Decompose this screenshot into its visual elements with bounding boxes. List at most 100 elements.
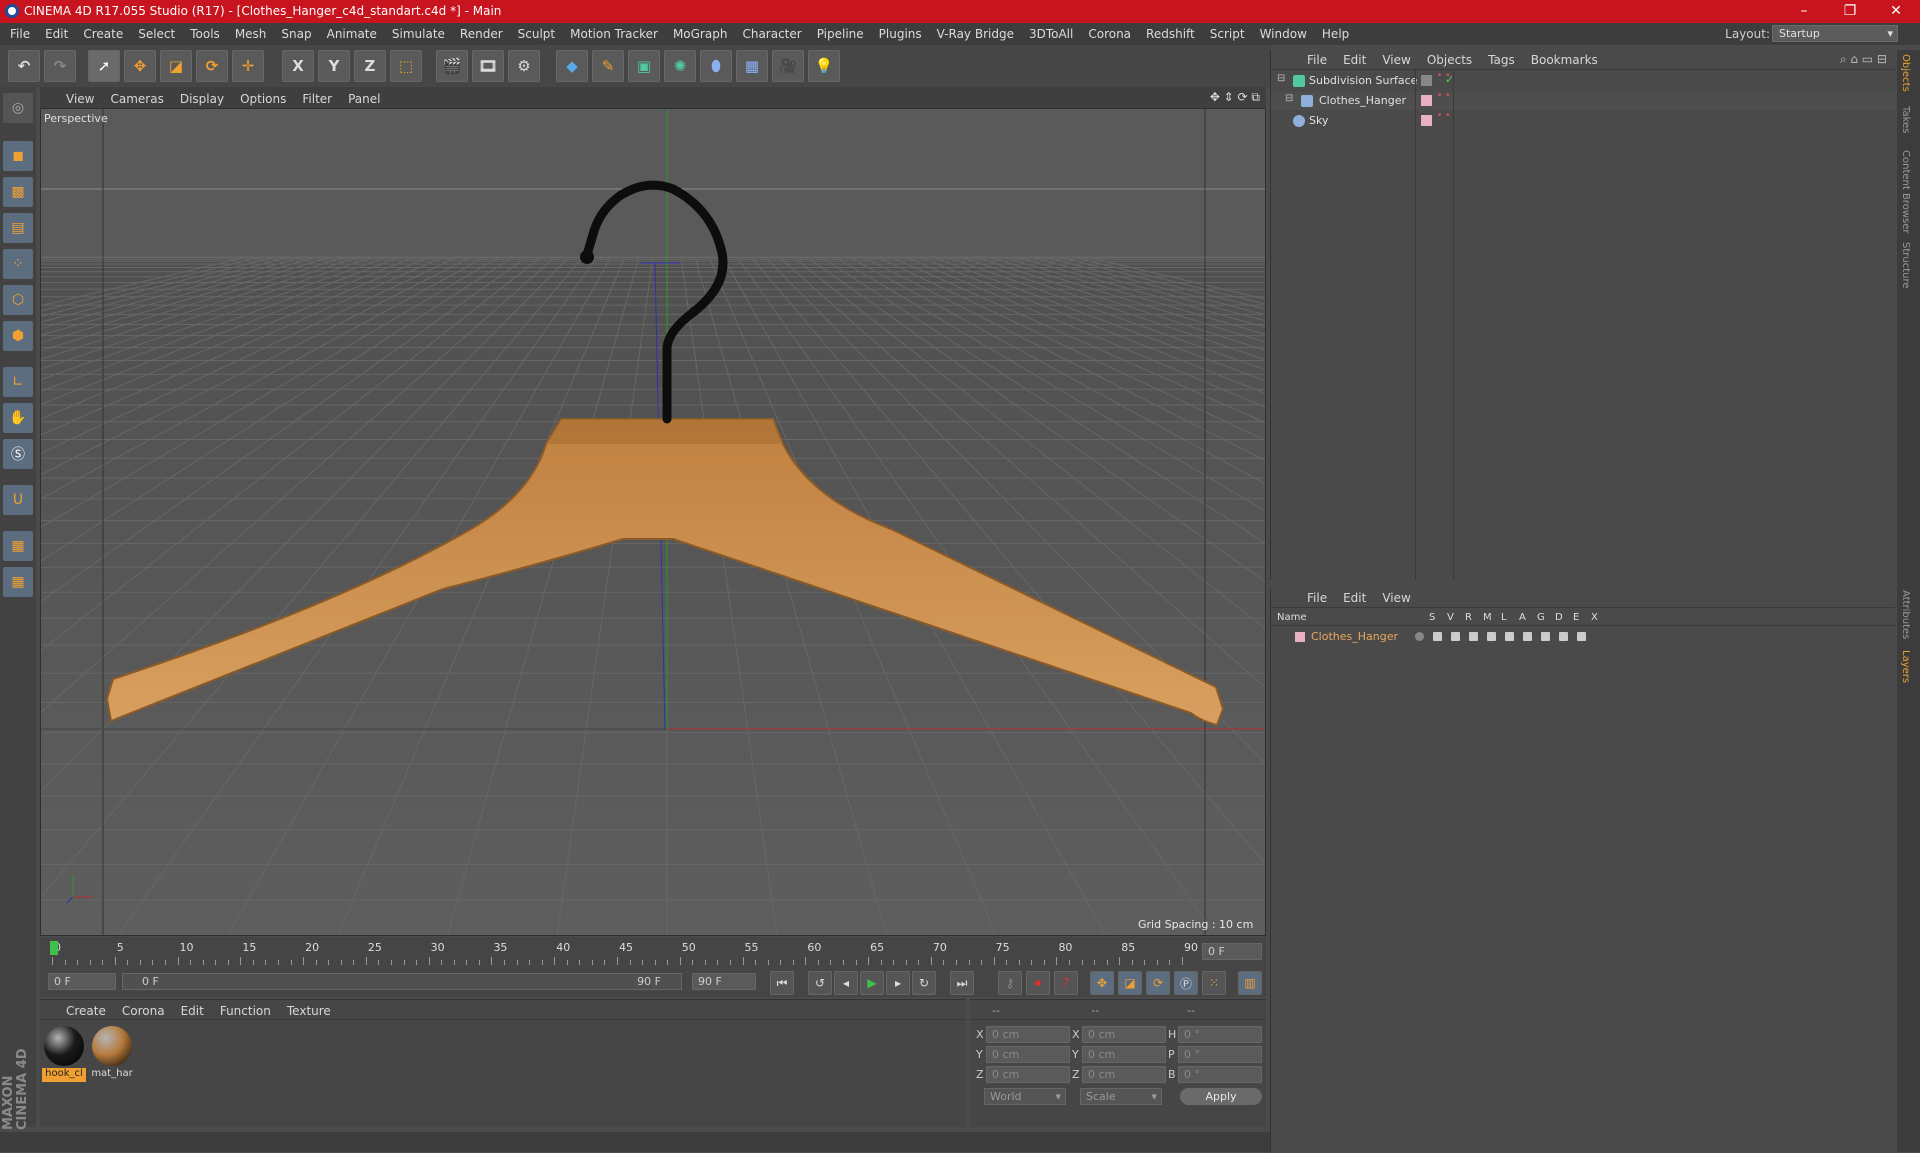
motion-path-button[interactable]: ⚷ xyxy=(998,971,1022,995)
next-frame-button[interactable]: ▸ xyxy=(886,971,910,995)
layer-flag-icon[interactable] xyxy=(1559,632,1568,641)
material-menu-create[interactable]: Create xyxy=(66,1004,106,1018)
viewport-menu-cameras[interactable]: Cameras xyxy=(110,92,163,106)
viewport-menu-display[interactable]: Display xyxy=(180,92,224,106)
cloner-button[interactable]: ✺ xyxy=(664,50,696,82)
coord-value-field[interactable]: 0 cm xyxy=(986,1066,1070,1083)
object-menu-objects[interactable]: Objects xyxy=(1427,53,1472,67)
menu-edit[interactable]: Edit xyxy=(37,23,75,41)
search-home-icons[interactable]: ⌕ ⌂ ▭ ⊟ xyxy=(1840,52,1887,67)
magnet-button[interactable]: U xyxy=(3,485,33,515)
timeline-window-button[interactable]: ▥ xyxy=(1238,971,1262,995)
menu-corona[interactable]: Corona xyxy=(1080,23,1138,41)
autokey-button[interactable]: ? xyxy=(1054,971,1078,995)
layer-column-header[interactable]: R xyxy=(1465,612,1472,623)
layer-flag-icon[interactable] xyxy=(1523,632,1532,641)
key-scale-button[interactable]: ◪ xyxy=(1118,971,1142,995)
expand-toggle-icon[interactable]: ⊟ xyxy=(1277,73,1285,84)
menu-script[interactable]: Script xyxy=(1202,23,1252,41)
coordinate-system-select[interactable]: World ▾ xyxy=(984,1088,1066,1105)
object-menu-edit[interactable]: Edit xyxy=(1343,53,1366,67)
end-frame-field[interactable]: 90 F xyxy=(692,973,756,990)
axis-mode-button[interactable]: ∟ xyxy=(3,367,33,397)
layer-flag-icon[interactable] xyxy=(1469,632,1478,641)
3d-viewport[interactable] xyxy=(40,108,1266,936)
object-menu-bookmarks[interactable]: Bookmarks xyxy=(1531,53,1598,67)
go-to-start-button[interactable]: ⏮ xyxy=(770,971,794,995)
layer-flag-icon[interactable] xyxy=(1415,632,1424,641)
material-menu-function[interactable]: Function xyxy=(220,1004,271,1018)
viewport-menu-filter[interactable]: Filter xyxy=(302,92,332,106)
menu-file[interactable]: File xyxy=(2,23,37,41)
minimize-button[interactable]: – xyxy=(1781,0,1827,23)
viewport-menu-panel[interactable]: Panel xyxy=(348,92,380,106)
key-pla-button[interactable]: ⁙ xyxy=(1202,971,1226,995)
side-tab-layers[interactable]: Layers xyxy=(1900,650,1911,683)
layer-row[interactable]: Clothes_Hanger xyxy=(1271,628,1896,646)
model-mode-button[interactable]: ◼ xyxy=(3,141,33,171)
deformer-button[interactable]: ⬮ xyxy=(700,50,732,82)
layer-column-header[interactable]: G xyxy=(1537,612,1545,623)
menu-redshift[interactable]: Redshift xyxy=(1138,23,1202,41)
key-parameter-button[interactable]: Ⓟ xyxy=(1174,971,1198,995)
layer-flag-icon[interactable] xyxy=(1541,632,1550,641)
make-editable-button[interactable]: ◎ xyxy=(3,93,33,123)
object-row[interactable]: ⊟ Subdivision Surface • • ✓ xyxy=(1271,72,1896,90)
side-tab-objects[interactable]: Objects xyxy=(1900,54,1911,92)
menu-3dtoall[interactable]: 3DToAll xyxy=(1021,23,1080,41)
layout-select[interactable]: Startup ▾ xyxy=(1772,25,1898,42)
layer-column-header[interactable]: A xyxy=(1519,612,1526,623)
x-axis-lock-button[interactable]: X xyxy=(282,50,314,82)
apply-button[interactable]: Apply xyxy=(1180,1088,1262,1105)
material-menu-texture[interactable]: Texture xyxy=(287,1004,331,1018)
layer-column-header[interactable]: X xyxy=(1591,612,1598,623)
layer-column-header[interactable]: E xyxy=(1573,612,1579,623)
current-frame-field[interactable]: 0 F xyxy=(1202,943,1262,960)
object-menu-tags[interactable]: Tags xyxy=(1488,53,1515,67)
menu-mesh[interactable]: Mesh xyxy=(227,23,274,41)
coord-value-field[interactable]: 0 cm xyxy=(1082,1026,1166,1043)
scale-mode-select[interactable]: Scale ▾ xyxy=(1080,1088,1162,1105)
light-button[interactable]: 💡 xyxy=(808,50,840,82)
material-swatch[interactable]: mat_har xyxy=(90,1024,134,1082)
planar-workplane-button[interactable]: ▦ xyxy=(3,567,33,597)
viewport-menu-view[interactable]: View xyxy=(66,92,94,106)
layer-menu-view[interactable]: View xyxy=(1382,591,1410,605)
start-frame-field[interactable]: 0 F xyxy=(48,973,116,990)
layer-menu-file[interactable]: File xyxy=(1307,591,1327,605)
viewport-menu-options[interactable]: Options xyxy=(240,92,286,106)
coord-value-field[interactable]: 0 ° xyxy=(1178,1066,1262,1083)
object-menu-file[interactable]: File xyxy=(1307,53,1327,67)
side-tab-content-browser[interactable]: Content Browser xyxy=(1900,150,1911,233)
close-button[interactable]: ✕ xyxy=(1873,0,1919,23)
material-menu-corona[interactable]: Corona xyxy=(122,1004,165,1018)
menu-plugins[interactable]: Plugins xyxy=(871,23,929,41)
play-button[interactable]: ▶ xyxy=(860,971,884,995)
layer-flag-icon[interactable] xyxy=(1433,632,1442,641)
locked-workplane-button[interactable]: ▦ xyxy=(3,531,33,561)
viewport-navigation-icons[interactable]: ✥ ⇕ ⟳ ⧉ xyxy=(1210,90,1260,105)
layer-flag-icon[interactable] xyxy=(1505,632,1514,641)
next-key-button[interactable]: ↻ xyxy=(912,971,936,995)
menu-character[interactable]: Character xyxy=(734,23,808,41)
timeline-ruler[interactable]: 051015202530354045505560657075808590 0 F xyxy=(40,937,1266,965)
edit-render-settings-button[interactable]: ⚙ xyxy=(508,50,540,82)
side-tab-attributes[interactable]: Attributes xyxy=(1900,590,1911,639)
menu-create[interactable]: Create xyxy=(75,23,130,41)
menu-tools[interactable]: Tools xyxy=(182,23,227,41)
object-row[interactable]: Sky • • xyxy=(1271,112,1896,130)
object-menu-view[interactable]: View xyxy=(1382,53,1410,67)
subdivision-surface-button[interactable]: ▣ xyxy=(628,50,660,82)
coord-value-field[interactable]: 0 ° xyxy=(1178,1046,1262,1063)
texture-mode-button[interactable]: ▩ xyxy=(3,177,33,207)
render-view-button[interactable]: 🎬 xyxy=(436,50,468,82)
frame-range-slider[interactable]: 0 F 90 F xyxy=(122,973,682,990)
coord-value-field[interactable]: 0 ° xyxy=(1178,1026,1262,1043)
go-to-end-button[interactable]: ⏭ xyxy=(950,971,974,995)
menu-snap[interactable]: Snap xyxy=(273,23,318,41)
menu-help[interactable]: Help xyxy=(1314,23,1356,41)
object-row[interactable]: ⊟ Clothes_Hanger • • xyxy=(1271,92,1896,110)
layer-column-header[interactable]: S xyxy=(1429,612,1435,623)
menu-animate[interactable]: Animate xyxy=(319,23,384,41)
scale-tool[interactable]: ◪ xyxy=(160,50,192,82)
